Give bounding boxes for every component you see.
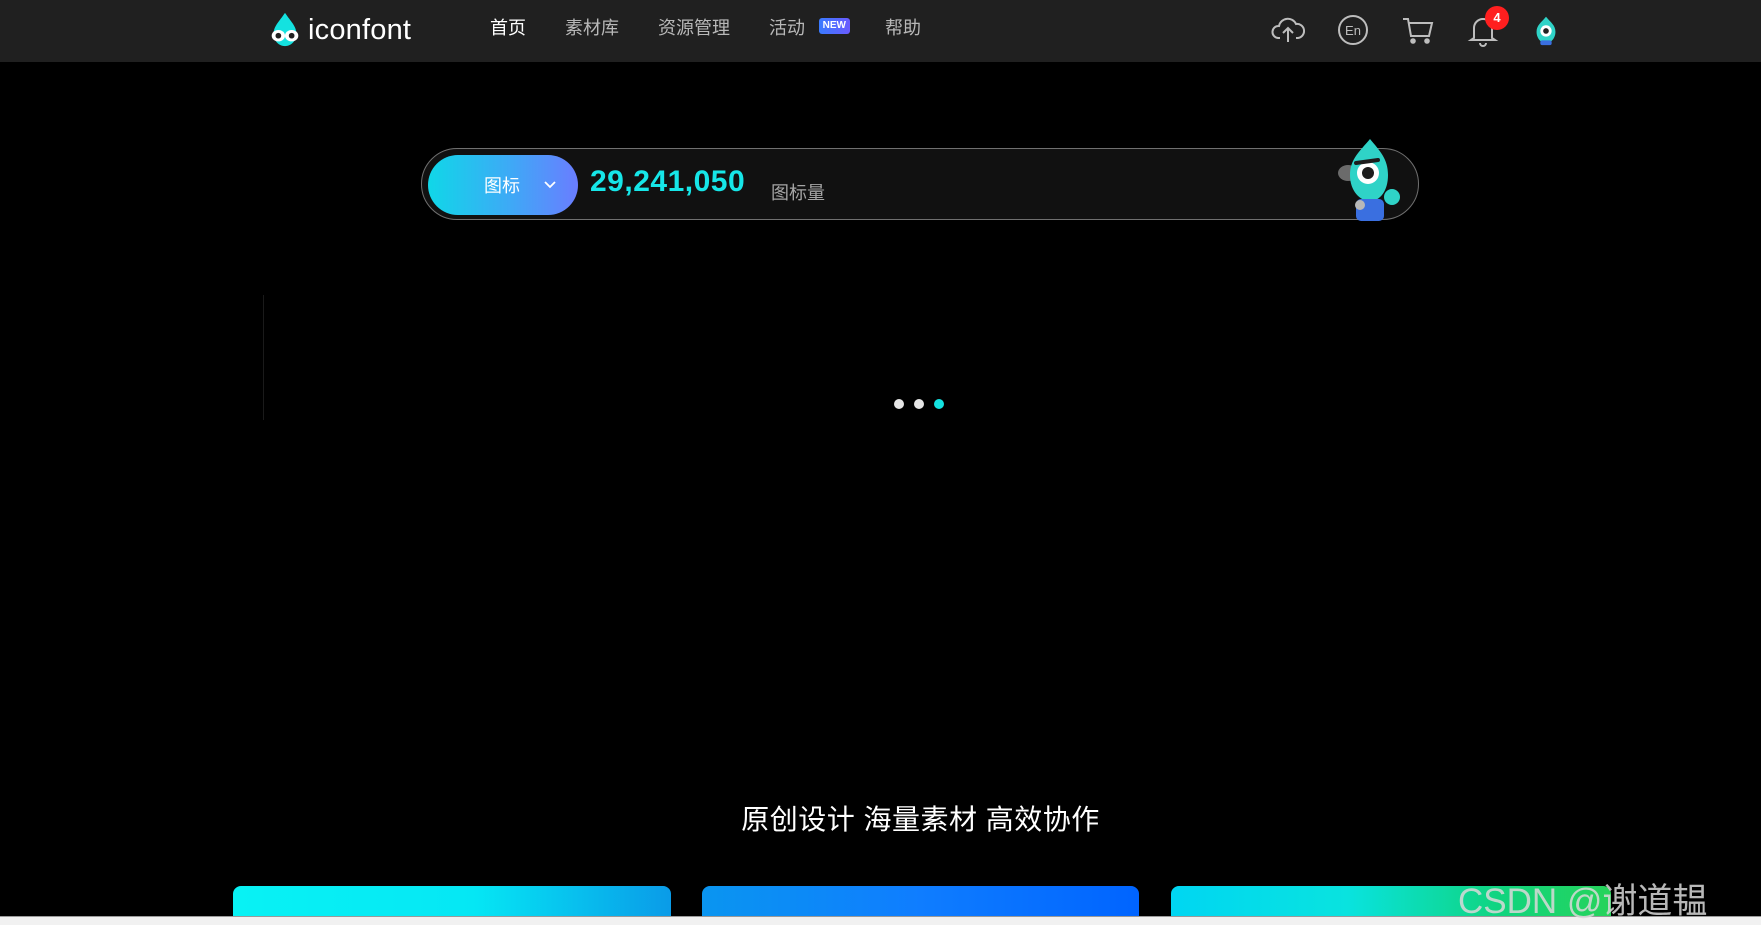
top-navbar: iconfont 首页 素材库 资源管理 活动 NEW 帮助 En 4 — [0, 0, 1761, 62]
header-actions: En 4 — [1268, 6, 1589, 50]
upload-button[interactable] — [1268, 10, 1308, 50]
tagline: 原创设计 海量素材 高效协作 — [741, 804, 1100, 835]
nav-item-help[interactable]: 帮助 — [885, 16, 921, 40]
loading-indicator — [894, 399, 954, 409]
new-badge: NEW — [818, 18, 850, 34]
watermark: CSDN @谢道韫666 — [1458, 882, 1708, 925]
notification-button[interactable]: 4 — [1463, 6, 1509, 50]
logo-icon — [271, 12, 299, 47]
search-type-dropdown[interactable]: 图标 — [428, 155, 578, 215]
main-nav: 首页 素材库 资源管理 活动 NEW 帮助 — [490, 16, 960, 40]
language-button[interactable]: En — [1333, 10, 1373, 50]
icon-count-label: 图标量 — [771, 183, 825, 203]
chevron-down-icon — [544, 181, 556, 189]
search-type-label: 图标 — [484, 176, 520, 196]
nav-item-events-label: 活动 — [769, 18, 805, 38]
divider-line — [263, 295, 264, 420]
nav-item-home[interactable]: 首页 — [490, 16, 526, 40]
page: iconfont 首页 素材库 资源管理 活动 NEW 帮助 En 4 图标 2… — [0, 0, 1761, 925]
avatar[interactable] — [1528, 12, 1564, 48]
avatar-icon — [1536, 16, 1556, 46]
loading-dot — [914, 399, 924, 409]
nav-item-library[interactable]: 素材库 — [565, 16, 619, 40]
search-bar[interactable]: 图标 29,241,050 图标量 — [421, 139, 1419, 221]
loading-dot — [894, 399, 904, 409]
language-en-icon: En — [1338, 15, 1368, 45]
nav-item-resources[interactable]: 资源管理 — [658, 16, 730, 40]
cart-button[interactable] — [1398, 10, 1438, 50]
logo[interactable]: iconfont — [266, 10, 411, 50]
icon-count-value: 29,241,050 — [590, 165, 746, 198]
logo-text: iconfont — [308, 13, 412, 46]
mascot-icon — [1338, 139, 1400, 221]
nav-item-events[interactable]: 活动 NEW — [769, 16, 850, 40]
loading-dot-active — [934, 399, 944, 409]
notification-count: 4 — [1485, 6, 1509, 30]
language-label: En — [1345, 23, 1361, 38]
cart-icon — [1403, 18, 1434, 44]
upload-icon — [1271, 17, 1305, 42]
